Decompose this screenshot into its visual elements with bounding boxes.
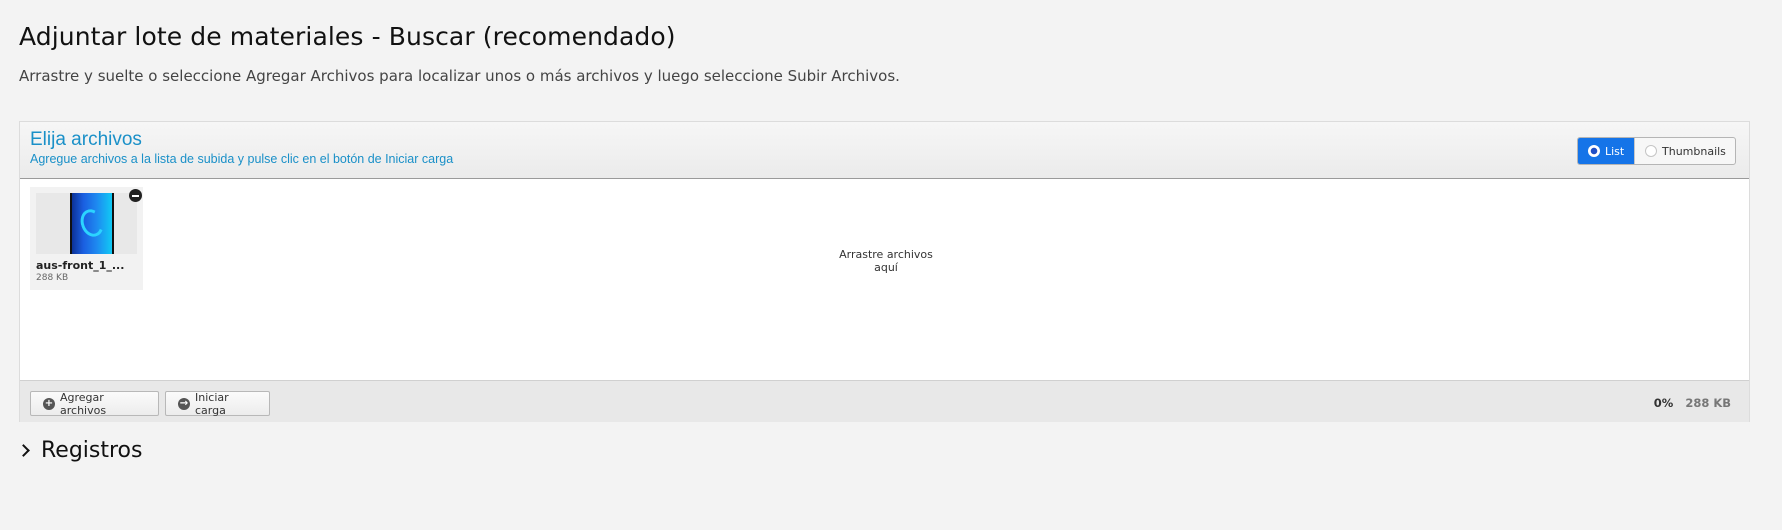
radio-checked-icon <box>1588 145 1600 157</box>
view-option-label: Thumbnails <box>1662 144 1726 158</box>
plus-circle-icon: + <box>43 397 55 410</box>
drop-hint: Arrastre archivos aquí <box>839 248 933 274</box>
radio-unchecked-icon <box>1645 145 1657 157</box>
remove-file-icon[interactable] <box>129 189 142 202</box>
add-files-label: Agregar archivos <box>60 390 107 417</box>
file-size: 288 KB <box>36 273 69 283</box>
view-mode-toggle: List Thumbnails <box>1577 137 1736 165</box>
start-upload-button[interactable]: → Iniciar carga <box>165 390 270 417</box>
uploader-header: Elija archivos Agregue archivos a la lis… <box>20 122 1749 179</box>
start-upload-label: Iniciar carga <box>195 390 229 417</box>
view-option-thumbnails[interactable]: Thumbnails <box>1634 138 1735 164</box>
page-subtitle: Arrastre y suelte o seleccione Agregar A… <box>19 67 900 85</box>
page-title: Adjuntar lote de materiales - Buscar (re… <box>19 22 676 51</box>
upload-status: 0% 288 KB <box>1654 396 1731 410</box>
file-name: aus-front_1_... <box>36 259 125 272</box>
chevron-right-icon <box>17 444 30 457</box>
file-drop-zone[interactable]: aus-front_1_... 288 KB Arrastre archivos… <box>20 179 1749 380</box>
add-files-button[interactable]: + Agregar archivos <box>30 390 159 417</box>
section-title: Registros <box>41 438 143 463</box>
file-uploader: Elija archivos Agregue archivos a la lis… <box>19 121 1750 422</box>
view-option-label: List <box>1605 144 1625 158</box>
view-option-list[interactable]: List <box>1578 138 1634 164</box>
file-item[interactable]: aus-front_1_... 288 KB <box>30 187 143 290</box>
uploader-footer: + Agregar archivos → Iniciar carga 0% 28… <box>20 380 1749 422</box>
arrow-circle-icon: → <box>178 397 190 410</box>
thumbnail-edge <box>112 193 114 254</box>
upload-percent: 0% <box>1653 396 1674 410</box>
logo-ring-graphic <box>76 206 108 240</box>
upload-total-size: 288 KB <box>1685 396 1731 410</box>
image-preview <box>70 193 114 254</box>
thumbnail-edge <box>70 193 72 254</box>
file-thumbnail <box>36 193 137 254</box>
uploader-title: Elija archivos <box>30 129 142 150</box>
uploader-subtitle: Agregue archivos a la lista de subida y … <box>30 152 454 166</box>
registros-section-toggle[interactable]: Registros <box>17 438 143 463</box>
